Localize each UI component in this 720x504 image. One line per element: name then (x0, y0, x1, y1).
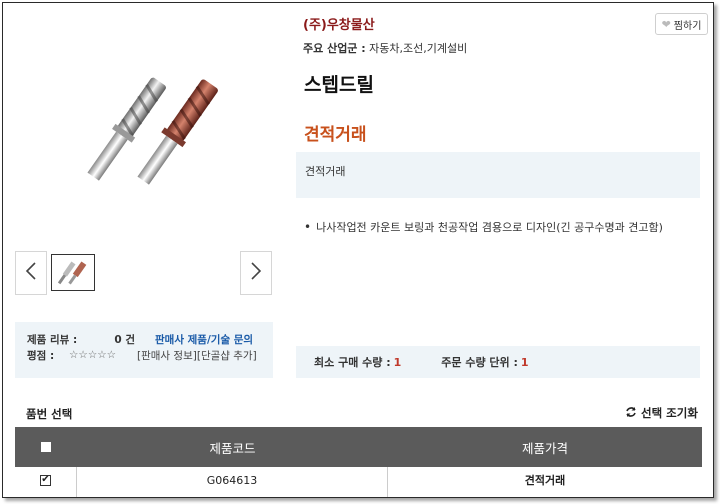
gallery-prev-button[interactable] (15, 251, 47, 295)
product-price: 견적거래 (304, 125, 367, 145)
industry-value: 자동차,조선,기계설비 (369, 42, 468, 55)
wishlist-button[interactable]: ❤ 찜하기 (655, 13, 708, 35)
product-main-image (63, 63, 238, 203)
gallery-next-button[interactable] (240, 251, 272, 295)
reset-label: 선택 조기화 (641, 406, 698, 420)
review-count: 0 건 (114, 333, 135, 346)
thumbnail-carousel (15, 251, 273, 297)
option-section-title: 품번 선택 (26, 407, 73, 421)
row-checkbox[interactable]: ✔ (40, 474, 51, 486)
company-name-link[interactable]: (주)우창물산 (303, 14, 375, 33)
price-note-panel: 견적거래 (296, 152, 700, 198)
unit-qty-label: 주문 수량 단위 : (441, 356, 518, 369)
row-product-price: 견적거래 (524, 474, 566, 487)
quantity-panel: 최소 구매 수량 : 1 주문 수량 단위 : 1 (296, 346, 700, 378)
price-note: 견적거래 (305, 165, 346, 178)
min-qty-value: 1 (393, 355, 402, 369)
review-panel: 제품 리뷰 : 0 건 판매사 제품/기술 문의 평점 : ☆☆☆☆☆ [판매사… (15, 322, 273, 378)
select-all-checkbox[interactable] (41, 442, 51, 452)
seller-info-link[interactable]: [판매사 정보] (137, 348, 197, 363)
product-thumbnail[interactable] (51, 254, 95, 291)
option-table: 제품코드 제품가격 ✔ G064613 견적거래 (15, 427, 702, 497)
rating-label: 평점 : (27, 349, 55, 362)
table-row[interactable]: ✔ G064613 견적거래 (15, 467, 702, 497)
column-header-code: 제품코드 (209, 440, 256, 456)
chevron-left-icon (25, 261, 37, 285)
column-header-price: 제품가격 (521, 440, 568, 456)
product-detail-window: 제품 리뷰 : 0 건 판매사 제품/기술 문의 평점 : ☆☆☆☆☆ [판매사… (2, 2, 714, 498)
industry-label: 주요 산업군 : (303, 42, 366, 55)
wishlist-label: 찜하기 (673, 20, 702, 32)
reset-selection-button[interactable]: 선택 조기화 (625, 405, 698, 421)
row-product-code: G064613 (206, 473, 258, 487)
heart-icon: ❤ (661, 17, 671, 31)
rating-stars: ☆☆☆☆☆ (69, 349, 117, 361)
add-favorite-shop-link[interactable]: [단골샵 추가] (197, 348, 257, 363)
seller-inquiry-link[interactable]: 판매사 제품/기술 문의 (155, 332, 253, 347)
table-header: 제품코드 제품가격 (15, 427, 702, 467)
refresh-icon (625, 406, 637, 421)
chevron-right-icon (250, 261, 262, 285)
review-label: 제품 리뷰 : (27, 333, 78, 346)
unit-qty-value: 1 (520, 355, 529, 369)
min-qty-label: 최소 구매 수량 : (314, 356, 391, 369)
product-description: 나사작업전 카운트 보링과 천공작업 겸용으로 디자인(긴 공구수명과 견고함) (304, 219, 663, 235)
industry-line: 주요 산업군 : 자동차,조선,기계설비 (303, 40, 467, 56)
product-title: 스텝드릴 (304, 74, 374, 96)
